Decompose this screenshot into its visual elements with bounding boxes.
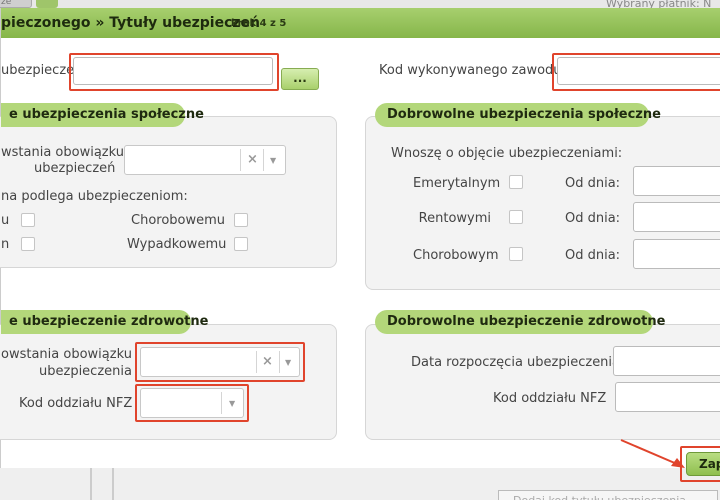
voluntary-request-label: Wnoszę o objęcie ubezpieczeniami: (391, 146, 623, 161)
accident-checkbox[interactable] (234, 237, 248, 251)
voluntary-pension-checkbox[interactable] (509, 175, 523, 189)
browse-button[interactable]: ... (281, 68, 319, 90)
insurance-start-date-input[interactable] (613, 346, 720, 376)
highlight-box (552, 53, 720, 91)
voluntary-pension-date-input[interactable] (633, 166, 720, 196)
from-date-label: Od dnia: (565, 211, 621, 226)
highlight-box (135, 342, 305, 382)
subject-to-insurance-label: na podlega ubezpieczeniom: (1, 189, 188, 204)
health-obligation-date-label-line2: ubezpieczenia (39, 364, 132, 379)
insurance-titles-dialog: pieczonego » Tytuły ubezpieczeń krok 4 z… (0, 8, 720, 468)
disability-label: n (1, 237, 10, 252)
background-tab-button (36, 0, 58, 8)
from-date-label: Od dnia: (565, 248, 621, 263)
annotation-arrow-icon (620, 439, 685, 468)
from-date-label: Od dnia: (565, 176, 621, 191)
obligation-date-label: wstania obowiązku (1, 145, 124, 160)
obligation-date-label-line2: ubezpieczeń (34, 161, 116, 176)
accident-label: Wypadkowemu (127, 237, 227, 252)
voluntary-nfz-branch-input[interactable] (615, 382, 720, 412)
voluntary-sickness-label: Chorobowym (413, 248, 499, 263)
voluntary-disability-date-input[interactable] (633, 202, 720, 232)
mandatory-social-insurance-title: e ubezpieczenia społeczne (1, 103, 204, 127)
background-divider (90, 468, 92, 500)
save-button[interactable]: Zapi (686, 452, 720, 476)
chevron-down-icon[interactable]: ▼ (270, 156, 276, 165)
voluntary-sickness-date-input[interactable] (633, 239, 720, 269)
obligation-date-combo[interactable]: × ▼ (124, 145, 286, 175)
step-indicator: krok 4 z 5 (231, 18, 287, 29)
clear-icon[interactable]: × (247, 152, 258, 167)
highlight-box (135, 384, 249, 422)
sickness-label: Chorobowemu (131, 213, 226, 228)
voluntary-sickness-checkbox[interactable] (509, 247, 523, 261)
voluntary-nfz-branch-label: Kod oddziału NFZ (493, 391, 607, 406)
occupation-code-label: Kod wykonywanego zawodu: (379, 63, 566, 78)
dialog-title: pieczonego » Tytuły ubezpieczeń (1, 15, 260, 31)
pension-checkbox[interactable] (21, 213, 35, 227)
background-tab: ze (0, 0, 32, 8)
health-obligation-date-label: owstania obowiązku (1, 347, 132, 362)
disability-checkbox[interactable] (21, 237, 35, 251)
dialog-titlebar: pieczonego » Tytuły ubezpieczeń krok 4 z… (1, 8, 720, 38)
background-divider (112, 468, 114, 500)
voluntary-disability-checkbox[interactable] (509, 210, 523, 224)
mandatory-health-insurance-title: e ubezpieczenie zdrowotne (1, 310, 208, 334)
sickness-checkbox[interactable] (234, 213, 248, 227)
voluntary-pension-label: Emerytalnym (413, 176, 501, 191)
highlight-box (69, 53, 279, 91)
voluntary-social-insurance-title: Dobrowolne ubezpieczenia społeczne (375, 103, 661, 127)
nfz-branch-label: Kod oddziału NFZ (19, 396, 133, 411)
voluntary-disability-label: Rentowymi (418, 211, 491, 226)
add-insurance-code-button[interactable]: Dodaj kod tytułu ubezpieczenia (498, 490, 718, 500)
insurance-start-date-label: Data rozpoczęcia ubezpieczenia (411, 355, 621, 370)
voluntary-health-insurance-title: Dobrowolne ubezpieczenie zdrowotne (375, 310, 665, 334)
pension-label: u (1, 213, 10, 228)
